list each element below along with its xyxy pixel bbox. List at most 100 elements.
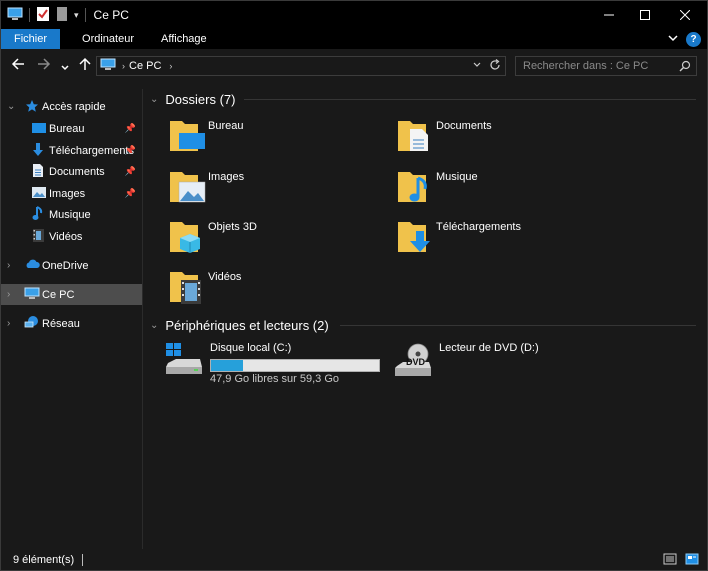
folder-musique[interactable]: Musique <box>396 166 616 210</box>
folder-images[interactable]: Images <box>168 166 388 210</box>
tile-label: Bureau <box>208 120 244 132</box>
recent-locations-icon[interactable] <box>61 59 69 75</box>
toolbar-divider <box>29 8 30 22</box>
dvd-logo: DVD <box>406 357 426 367</box>
properties-icon[interactable] <box>36 6 50 25</box>
tile-label: Téléchargements <box>436 221 521 233</box>
new-folder-icon[interactable] <box>56 6 68 25</box>
this-pc-icon <box>100 58 116 74</box>
expand-ribbon-icon[interactable] <box>668 33 678 45</box>
sidebar-item-label: Téléchargements <box>49 144 134 157</box>
network-icon <box>24 315 40 329</box>
chevron-down-icon[interactable]: ⌄ <box>150 320 158 331</box>
tile-label: Musique <box>436 171 478 183</box>
breadcrumb-chevron-icon[interactable]: › <box>169 61 172 71</box>
tile-label: Lecteur de DVD (D:) <box>439 342 539 354</box>
sidebar-item-documents[interactable]: Documents 📌 <box>1 161 142 182</box>
star-icon <box>25 99 41 113</box>
tab-affichage[interactable]: Affichage <box>147 29 220 49</box>
search-icon[interactable] <box>679 60 691 75</box>
sidebar-item-bureau[interactable]: Bureau 📌 <box>1 118 142 139</box>
music-icon <box>32 206 48 220</box>
toolbar-divider <box>84 8 86 22</box>
desktop-icon <box>31 122 47 136</box>
drive-c[interactable]: Disque local (C:) 47,9 Go libres sur 59,… <box>164 339 384 385</box>
sidebar-item-telechargements[interactable]: Téléchargements 📌 <box>1 140 142 161</box>
chevron-right-icon[interactable]: › <box>7 318 10 329</box>
pictures-folder-icon <box>168 166 208 206</box>
up-button[interactable] <box>79 57 91 74</box>
sidebar-item-label: Ce PC <box>42 288 75 301</box>
explorer-window: ▾ Ce PC Fichier Ordinateur Affichage ? ›… <box>0 0 708 571</box>
sidebar-item-images[interactable]: Images 📌 <box>1 183 142 204</box>
sidebar-item-label: Musique <box>49 208 91 221</box>
chevron-right-icon[interactable]: › <box>7 289 10 300</box>
details-view-icon[interactable] <box>663 553 677 568</box>
chevron-right-icon[interactable]: › <box>7 260 10 271</box>
tile-label: Vidéos <box>208 271 242 283</box>
disk-usage-bar <box>210 359 380 372</box>
folder-documents[interactable]: Documents <box>396 115 616 159</box>
close-button[interactable] <box>662 1 708 29</box>
sidebar-item-label: Documents <box>49 165 105 178</box>
search-placeholder: Rechercher dans : Ce PC <box>523 60 649 72</box>
large-icons-view-icon[interactable] <box>685 553 699 568</box>
pin-icon[interactable]: 📌 <box>125 166 136 177</box>
desktop-folder-icon <box>168 115 208 155</box>
tab-fichier[interactable]: Fichier <box>1 29 61 49</box>
tile-label: Disque local (C:) <box>210 342 292 354</box>
forward-button[interactable] <box>37 57 51 74</box>
content-pane: ⌄ Dossiers (7) Bureau Documents Images M… <box>144 89 707 549</box>
pictures-icon <box>31 186 47 200</box>
folder-bureau[interactable]: Bureau <box>168 115 388 159</box>
customize-toolbar-icon[interactable]: ▾ <box>74 10 79 21</box>
item-count: 9 élément(s) <box>13 553 75 566</box>
group-header-dossiers[interactable]: ⌄ Dossiers (7) <box>150 90 235 108</box>
this-pc-icon <box>7 7 23 24</box>
chevron-down-icon[interactable]: ⌄ <box>150 94 158 105</box>
group-header-peripheriques[interactable]: ⌄ Périphériques et lecteurs (2) <box>150 316 329 334</box>
sidebar-item-musique[interactable]: Musique <box>1 204 142 225</box>
this-pc-icon <box>24 287 40 301</box>
folder-telechargements[interactable]: Téléchargements <box>396 216 616 260</box>
sidebar-item-label: Réseau <box>42 317 80 330</box>
sidebar-item-label: Bureau <box>49 122 85 135</box>
chevron-down-icon[interactable]: ⌄ <box>7 101 15 112</box>
tab-ordinateur[interactable]: Ordinateur <box>60 29 147 49</box>
videos-folder-icon <box>168 266 208 306</box>
search-input[interactable]: Rechercher dans : Ce PC <box>515 56 697 76</box>
address-dropdown-icon[interactable] <box>473 60 481 72</box>
pin-icon[interactable]: 📌 <box>125 123 136 134</box>
folder-videos[interactable]: Vidéos <box>168 266 388 310</box>
sidebar-item-onedrive[interactable]: › OneDrive <box>1 255 142 276</box>
tile-label: Images <box>208 171 245 183</box>
sidebar-item-reseau[interactable]: › Réseau <box>1 313 142 334</box>
sidebar-item-label: Accès rapide <box>42 100 106 113</box>
pin-icon[interactable]: 📌 <box>125 188 136 199</box>
local-disk-icon <box>164 341 204 381</box>
video-icon <box>32 228 48 242</box>
disk-usage-text: 47,9 Go libres sur 59,3 Go <box>210 373 340 385</box>
sidebar-item-quick-access[interactable]: ⌄ Accès rapide <box>1 96 142 117</box>
sidebar-item-ce-pc[interactable]: › Ce PC <box>1 284 142 305</box>
breadcrumb[interactable]: Ce PC <box>129 60 161 72</box>
status-divider <box>82 553 84 566</box>
sidebar-item-label: OneDrive <box>42 259 89 272</box>
window-title: Ce PC <box>93 8 129 22</box>
help-icon[interactable]: ? <box>686 31 701 47</box>
breadcrumb-chevron-icon[interactable]: › <box>122 61 125 71</box>
disk-usage-fill <box>211 360 243 371</box>
address-bar[interactable]: › Ce PC › <box>96 56 506 76</box>
documents-folder-icon <box>396 115 436 155</box>
back-button[interactable] <box>11 57 25 74</box>
3d-objects-folder-icon <box>168 216 208 256</box>
refresh-icon[interactable] <box>489 58 501 74</box>
status-bar: 9 élément(s) <box>1 549 707 570</box>
sidebar-item-videos[interactable]: Vidéos <box>1 226 142 247</box>
tile-label: Objets 3D <box>208 221 257 233</box>
pin-icon[interactable]: 📌 <box>125 145 136 156</box>
drive-d[interactable]: DVD Lecteur de DVD (D:) <box>393 339 613 383</box>
music-folder-icon <box>396 166 436 206</box>
folder-objets-3d[interactable]: Objets 3D <box>168 216 388 260</box>
cloud-icon <box>24 258 40 272</box>
